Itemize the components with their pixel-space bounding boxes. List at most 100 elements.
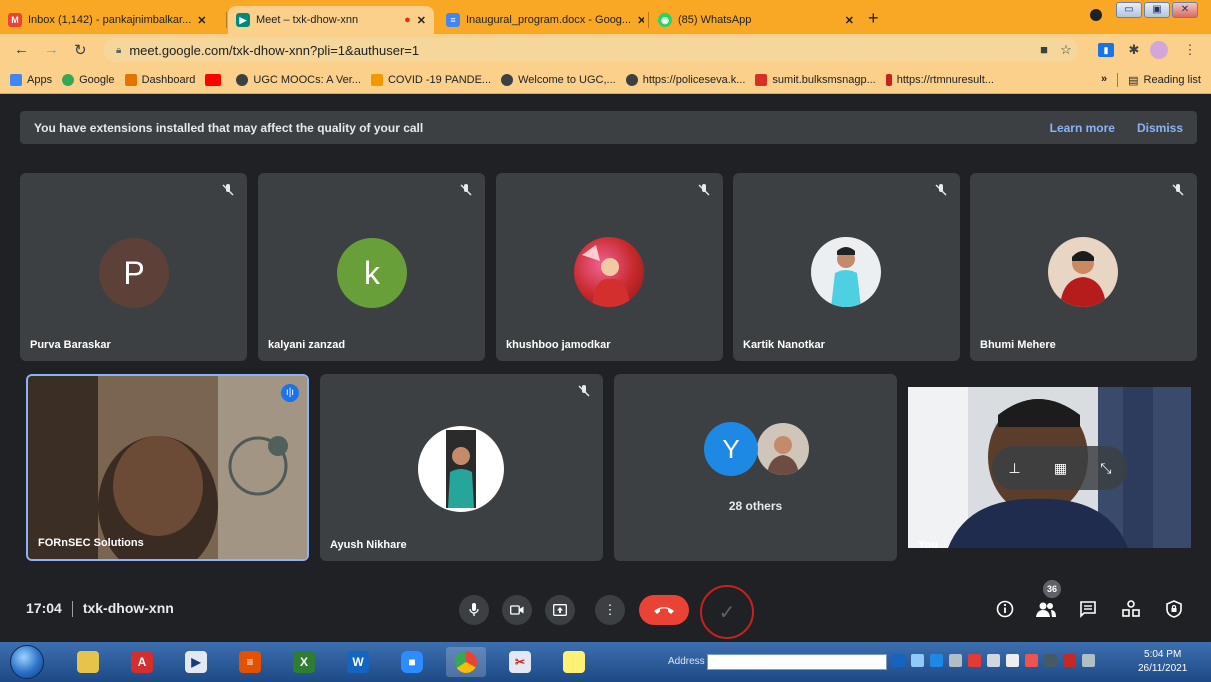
taskbar-word[interactable]: W: [338, 647, 378, 677]
tab-docs[interactable]: ≡ Inaugural_program.docx - Goog... ✕: [438, 6, 644, 34]
bluetooth-icon[interactable]: [930, 654, 943, 667]
learn-more-link[interactable]: Learn more: [1050, 121, 1115, 135]
more-menu-icon[interactable]: ⋮: [1182, 43, 1198, 57]
leave-call-button[interactable]: [639, 595, 689, 625]
extension-icon[interactable]: ▮: [1098, 43, 1114, 57]
bookmark-dashboard[interactable]: Dashboard: [124, 73, 195, 86]
tab-meet[interactable]: ▶ Meet – txk-dhow-xnn ● ✕: [228, 6, 434, 34]
video-feed: [28, 376, 307, 559]
forward-arrow-icon[interactable]: →: [44, 41, 59, 58]
minimize-tile-icon[interactable]: ⤡: [1100, 460, 1111, 477]
cloud-icon[interactable]: [1006, 654, 1019, 667]
bookmark-google[interactable]: Google: [62, 73, 115, 86]
bookmark-ugc-moocs[interactable]: UGC MOOCs: A Ver...: [236, 73, 361, 86]
minimize-button[interactable]: ▭: [1116, 2, 1142, 18]
participant-tile[interactable]: P Purva Baraskar: [20, 173, 247, 361]
maximize-button[interactable]: ▣: [1144, 2, 1170, 18]
taskbar-media[interactable]: ▶: [176, 647, 216, 677]
camera-in-use-icon[interactable]: ■: [1036, 43, 1052, 57]
remove-from-view-icon[interactable]: ▦: [1054, 460, 1067, 477]
taskbar-notes[interactable]: [554, 647, 594, 677]
bookmark-welcome-ugc[interactable]: Welcome to UGC,...: [501, 73, 616, 86]
close-window-button[interactable]: ✕: [1172, 2, 1198, 18]
participant-tile-active-speaker[interactable]: ı|ı FORnSEC Solutions: [26, 374, 309, 561]
participant-tile[interactable]: Bhumi Mehere: [970, 173, 1197, 361]
close-tab-icon[interactable]: ✕: [845, 14, 854, 27]
participant-name: Purva Baraskar: [30, 339, 111, 351]
microphone-icon: [469, 603, 479, 616]
tray-flag-icon[interactable]: [1025, 654, 1038, 667]
meeting-details: 17:04 txk-dhow-xnn: [26, 600, 174, 618]
close-tab-icon[interactable]: ✕: [417, 14, 426, 27]
tab-whatsapp[interactable]: ◉ (85) WhatsApp ✕: [650, 6, 862, 34]
others-tile[interactable]: Y 28 others: [614, 374, 897, 561]
avatar: P: [99, 238, 169, 308]
bookmark-youtube[interactable]: [205, 73, 226, 86]
profile-dot-icon[interactable]: [1090, 9, 1102, 21]
bookmark-covid[interactable]: COVID -19 PANDE...: [370, 73, 491, 86]
bookmark-rtmnu[interactable]: https://rtmnuresult...: [885, 73, 994, 86]
bookmark-policeseva[interactable]: https://policeseva.k...: [625, 73, 745, 86]
more-options-button[interactable]: ⋮: [595, 595, 625, 625]
bookmarks-bar: Apps Google Dashboard UGC MOOCs: A Ver..…: [0, 66, 1211, 94]
back-arrow-icon[interactable]: ←: [14, 41, 29, 58]
power-icon[interactable]: [1082, 654, 1095, 667]
microphone-button[interactable]: [459, 595, 489, 625]
puzzle-extensions-icon[interactable]: ✱: [1126, 43, 1142, 57]
participant-tile[interactable]: Ayush Nikhare: [320, 374, 603, 561]
profile-avatar[interactable]: [1150, 41, 1168, 59]
self-tile-overlay: ⊥ ▦ ⤡: [992, 446, 1128, 490]
pin-icon[interactable]: ⊥: [1009, 460, 1021, 477]
start-button[interactable]: [10, 645, 44, 679]
present-screen-button[interactable]: [545, 595, 575, 625]
close-tab-icon[interactable]: ✕: [197, 14, 206, 27]
taskbar-explorer[interactable]: [68, 647, 108, 677]
participant-tile[interactable]: Kartik Nanotkar: [733, 173, 960, 361]
participant-tile[interactable]: k kalyani zanzad: [258, 173, 485, 361]
mic-off-icon: [578, 385, 590, 397]
url-field[interactable]: 🔒︎ meet.google.com/txk-dhow-xnn?pli=1&au…: [104, 38, 1078, 62]
dismiss-button[interactable]: Dismiss: [1137, 121, 1183, 135]
bookmark-sumit[interactable]: sumit.bulksmsnagp...: [755, 73, 876, 86]
taskbar-app[interactable]: ≡: [230, 647, 270, 677]
tab-inbox[interactable]: M Inbox (1,142) - pankajnimbalkar... ✕: [0, 6, 226, 34]
activities-icon[interactable]: [1122, 600, 1142, 620]
tray-q-icon[interactable]: [1063, 654, 1076, 667]
bookmarks-overflow-button[interactable]: »: [1101, 73, 1107, 87]
camera-icon: [510, 605, 524, 615]
tray-arrow-icon[interactable]: [892, 654, 905, 667]
taskbar-chrome[interactable]: [446, 647, 486, 677]
taskbar-clock[interactable]: 5:04 PM 26/11/2021: [1138, 648, 1187, 676]
people-icon[interactable]: [1036, 600, 1056, 620]
chat-icon[interactable]: [1079, 600, 1099, 620]
speaking-indicator-icon: ı|ı: [281, 384, 299, 402]
self-tile[interactable]: ⊥ ▦ ⤡ You: [908, 374, 1191, 561]
globe-icon: [236, 73, 249, 86]
bookmark-apps[interactable]: Apps: [10, 73, 52, 86]
participant-tile[interactable]: khushboo jamodkar: [496, 173, 723, 361]
tray-security-icon[interactable]: [968, 654, 981, 667]
volume-icon[interactable]: [987, 654, 1000, 667]
reading-list-button[interactable]: ▤ Reading list: [1128, 73, 1201, 87]
tray-device-icon[interactable]: [949, 654, 962, 667]
taskbar-acrobat[interactable]: A: [122, 647, 162, 677]
new-tab-button[interactable]: +: [868, 8, 879, 29]
camera-button[interactable]: [502, 595, 532, 625]
mic-off-icon: [460, 184, 472, 196]
host-controls-icon[interactable]: [1166, 600, 1186, 620]
others-count-label: 28 others: [728, 499, 783, 513]
taskbar-snipping[interactable]: ✂: [500, 647, 540, 677]
taskbar-zoom[interactable]: ■: [392, 647, 432, 677]
clock-time: 5:04 PM: [1144, 649, 1182, 660]
taskbar-excel[interactable]: X: [284, 647, 324, 677]
avatar: [1048, 237, 1118, 307]
tray-app-icon[interactable]: [1044, 654, 1057, 667]
close-tab-icon[interactable]: ✕: [637, 14, 644, 27]
zoom-icon: ■: [401, 651, 423, 673]
reload-icon[interactable]: ↻: [74, 41, 87, 59]
meeting-details-icon[interactable]: [996, 600, 1016, 620]
address-toolbar-input[interactable]: [707, 654, 887, 670]
bookmark-star-icon[interactable]: ☆: [1058, 43, 1074, 57]
apps-grid-icon: [10, 73, 22, 86]
tray-network-icon[interactable]: [911, 654, 924, 667]
